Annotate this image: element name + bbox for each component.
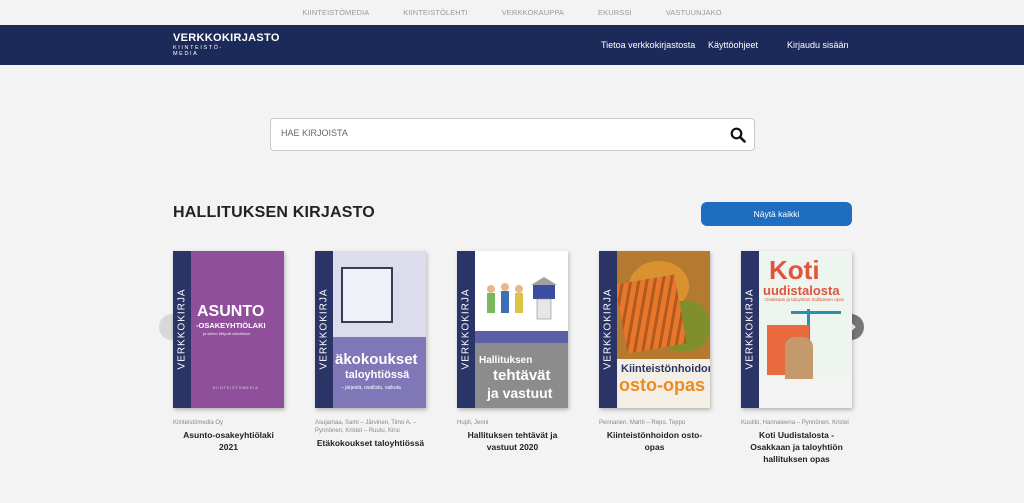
book-spine: VERKKOKIRJA <box>741 251 759 408</box>
book-spine: VERKKOKIRJA <box>315 251 333 408</box>
nav-link-about[interactable]: Tietoa verkkokirjastosta <box>601 40 695 50</box>
cover-text: ASUNTO <box>197 303 265 320</box>
book-cover[interactable]: VERKKOKIRJA ASUNTO -OSAKEYHTIÖLAKI ja si… <box>173 251 284 408</box>
cover-text: – järjestä, osallistu, vaikuta <box>341 385 401 391</box>
book-authors: Hupli, Jenni <box>457 420 489 426</box>
person-illustration <box>785 337 813 381</box>
video-call-illustration <box>341 267 393 323</box>
book-cover[interactable]: VERKKOKIRJA Koti uudistalosta Osakkaan j… <box>741 251 852 408</box>
cover-text: tehtävät <box>493 367 551 384</box>
book-authors: Asujamaa, Sami – Järvinen, Timo A. – Pyn… <box>315 420 417 434</box>
logo[interactable]: VERKKOKIRJASTO KIINTEISTÖ-MEDIA <box>173 32 280 58</box>
search-box <box>270 118 755 151</box>
main-navbar: VERKKOKIRJASTO KIINTEISTÖ-MEDIA Tietoa v… <box>0 25 1024 65</box>
cover-text: uudistalosta <box>763 283 840 298</box>
book-card[interactable]: VERKKOKIRJA Kiinteistönhoidon osto-opas … <box>599 251 710 453</box>
show-all-button[interactable]: Näytä kaikki <box>701 202 852 226</box>
book-title[interactable]: Kiinteistönhoidon osto-opas <box>599 429 710 453</box>
cover-text: Kiinteistönhoidon <box>621 363 710 375</box>
book-authors: Kuutilo, Hannaleena – Pynnönen, Kristel <box>741 420 849 426</box>
top-link-verkkokauppa[interactable]: VERKKOKAUPPA <box>502 8 564 17</box>
top-link-ekurssi[interactable]: EKURSSI <box>598 8 632 17</box>
cover-text: äkokoukset <box>335 351 418 368</box>
search-input[interactable] <box>281 128 701 138</box>
book-authors: Kiinteistömedia Oy <box>173 420 224 426</box>
cover-text: ja siihen liittyvät säädökset <box>203 331 251 336</box>
cover-text: -OSAKEYHTIÖLAKI <box>196 321 266 330</box>
book-spine: VERKKOKIRJA <box>599 251 617 408</box>
top-link-vastuunjako[interactable]: VASTUUNJAKO <box>666 8 722 17</box>
nav-link-login[interactable]: Kirjaudu sisään <box>787 40 849 50</box>
book-card[interactable]: VERKKOKIRJA ASUNTO -OSAKEYHTIÖLAKI ja si… <box>173 251 284 453</box>
rake-illustration <box>615 274 687 354</box>
book-spine: VERKKOKIRJA <box>457 251 475 408</box>
book-title[interactable]: Koti Uudistalosta - Osakkaan ja taloyhti… <box>741 429 852 465</box>
nav-link-help[interactable]: Käyttöohjeet <box>708 40 758 50</box>
logo-subtitle: KIINTEISTÖ-MEDIA <box>173 45 223 57</box>
cover-text: ja vastuut <box>487 385 553 401</box>
section-title: HALLITUKSEN KIRJASTO <box>173 204 375 221</box>
cover-text: Osakkaan ja taloyhtiön hallituksen opas <box>765 297 845 302</box>
book-title[interactable]: Etäkokoukset taloyhtiössä <box>315 437 426 449</box>
book-cover[interactable]: VERKKOKIRJA äkokoukset taloyhtiössä – jä… <box>315 251 426 408</box>
cover-text: osto-opas <box>619 375 706 395</box>
top-link-kiinteistomedia[interactable]: KIINTEISTÖMEDIA <box>302 8 369 17</box>
book-cover[interactable]: VERKKOKIRJA Hallituksen tehtävät ja vast… <box>457 251 568 408</box>
book-title[interactable]: Hallituksen tehtävät ja vastuut 2020 <box>457 429 568 453</box>
book-cover[interactable]: VERKKOKIRJA Kiinteistönhoidon osto-opas <box>599 251 710 408</box>
cover-text: taloyhtiössä <box>345 369 410 381</box>
book-spine: VERKKOKIRJA <box>173 251 191 408</box>
book-card[interactable]: VERKKOKIRJA Hallituksen tehtävät ja vast… <box>457 251 568 453</box>
book-card[interactable]: VERKKOKIRJA Koti uudistalosta Osakkaan j… <box>741 251 852 465</box>
book-authors: Pennanen, Martti – Repo, Teppo <box>599 420 686 426</box>
logo-title: VERKKOKIRJASTO <box>173 32 280 44</box>
people-illustration <box>487 277 557 320</box>
cover-text: Hallituksen <box>479 355 533 366</box>
search-icon[interactable] <box>730 127 746 143</box>
book-title[interactable]: Asunto-osakeyhtiölaki 2021 <box>173 429 284 453</box>
top-link-kiinteistolehti[interactable]: KIINTEISTÖLEHTI <box>403 8 467 17</box>
cover-text: Koti <box>769 255 820 285</box>
top-links-bar: KIINTEISTÖMEDIA KIINTEISTÖLEHTI VERKKOKA… <box>0 0 1024 25</box>
cover-publisher: KIINTEISTÖMEDIA <box>213 386 259 390</box>
book-card[interactable]: VERKKOKIRJA äkokoukset taloyhtiössä – jä… <box>315 251 426 449</box>
